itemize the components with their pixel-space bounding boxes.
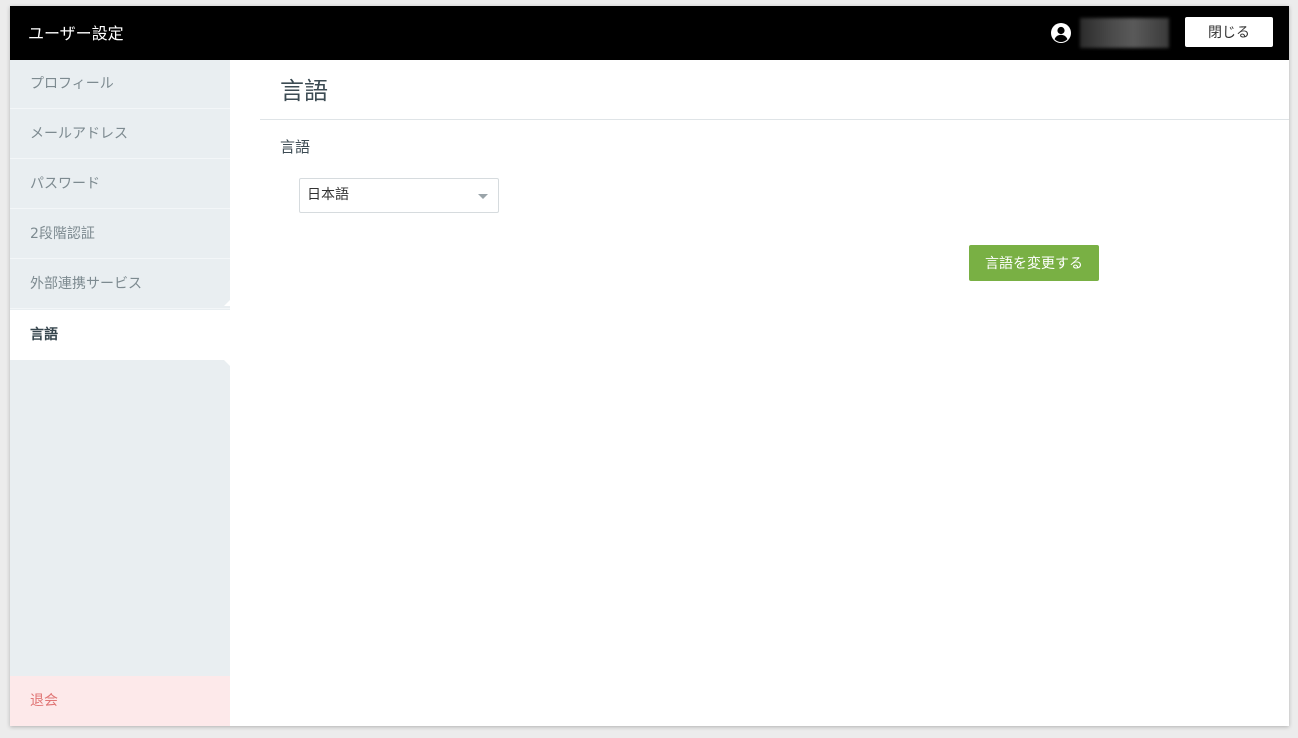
title-divider — [260, 119, 1289, 120]
chevron-down-icon — [478, 194, 488, 199]
sidebar-item-profile[interactable]: プロフィール — [10, 60, 230, 109]
user-name — [1080, 18, 1169, 48]
language-field-label: 言語 — [280, 138, 311, 156]
main-content: 言語 言語 日本語 言語を変更する — [260, 60, 1289, 726]
sidebar-item-withdraw[interactable]: 退会 — [10, 676, 230, 726]
sidebar-item-language[interactable]: 言語 — [10, 310, 230, 360]
language-select[interactable]: 日本語 — [299, 178, 499, 213]
sidebar-item-password[interactable]: パスワード — [10, 160, 230, 209]
sidebar-item-email[interactable]: メールアドレス — [10, 110, 230, 159]
sidebar: プロフィール メールアドレス パスワード 2段階認証 外部連携サービス 言語 退… — [10, 60, 230, 726]
top-bar: ユーザー設定 閉じる — [10, 6, 1289, 60]
close-button[interactable]: 閉じる — [1185, 17, 1273, 47]
sidebar-item-external-services[interactable]: 外部連携サービス — [10, 260, 230, 309]
active-item-notch-bottom — [224, 360, 230, 366]
app-title: ユーザー設定 — [28, 24, 124, 43]
language-select-value: 日本語 — [307, 187, 349, 203]
user-circle-icon — [1051, 23, 1071, 43]
settings-window: ユーザー設定 閉じる プロフィール メールアドレス パスワード 2段階認証 外部… — [10, 6, 1289, 726]
active-item-notch-top — [224, 300, 230, 306]
change-language-button[interactable]: 言語を変更する — [969, 245, 1099, 281]
page-title: 言語 — [280, 77, 328, 105]
sidebar-item-two-factor[interactable]: 2段階認証 — [10, 210, 230, 259]
